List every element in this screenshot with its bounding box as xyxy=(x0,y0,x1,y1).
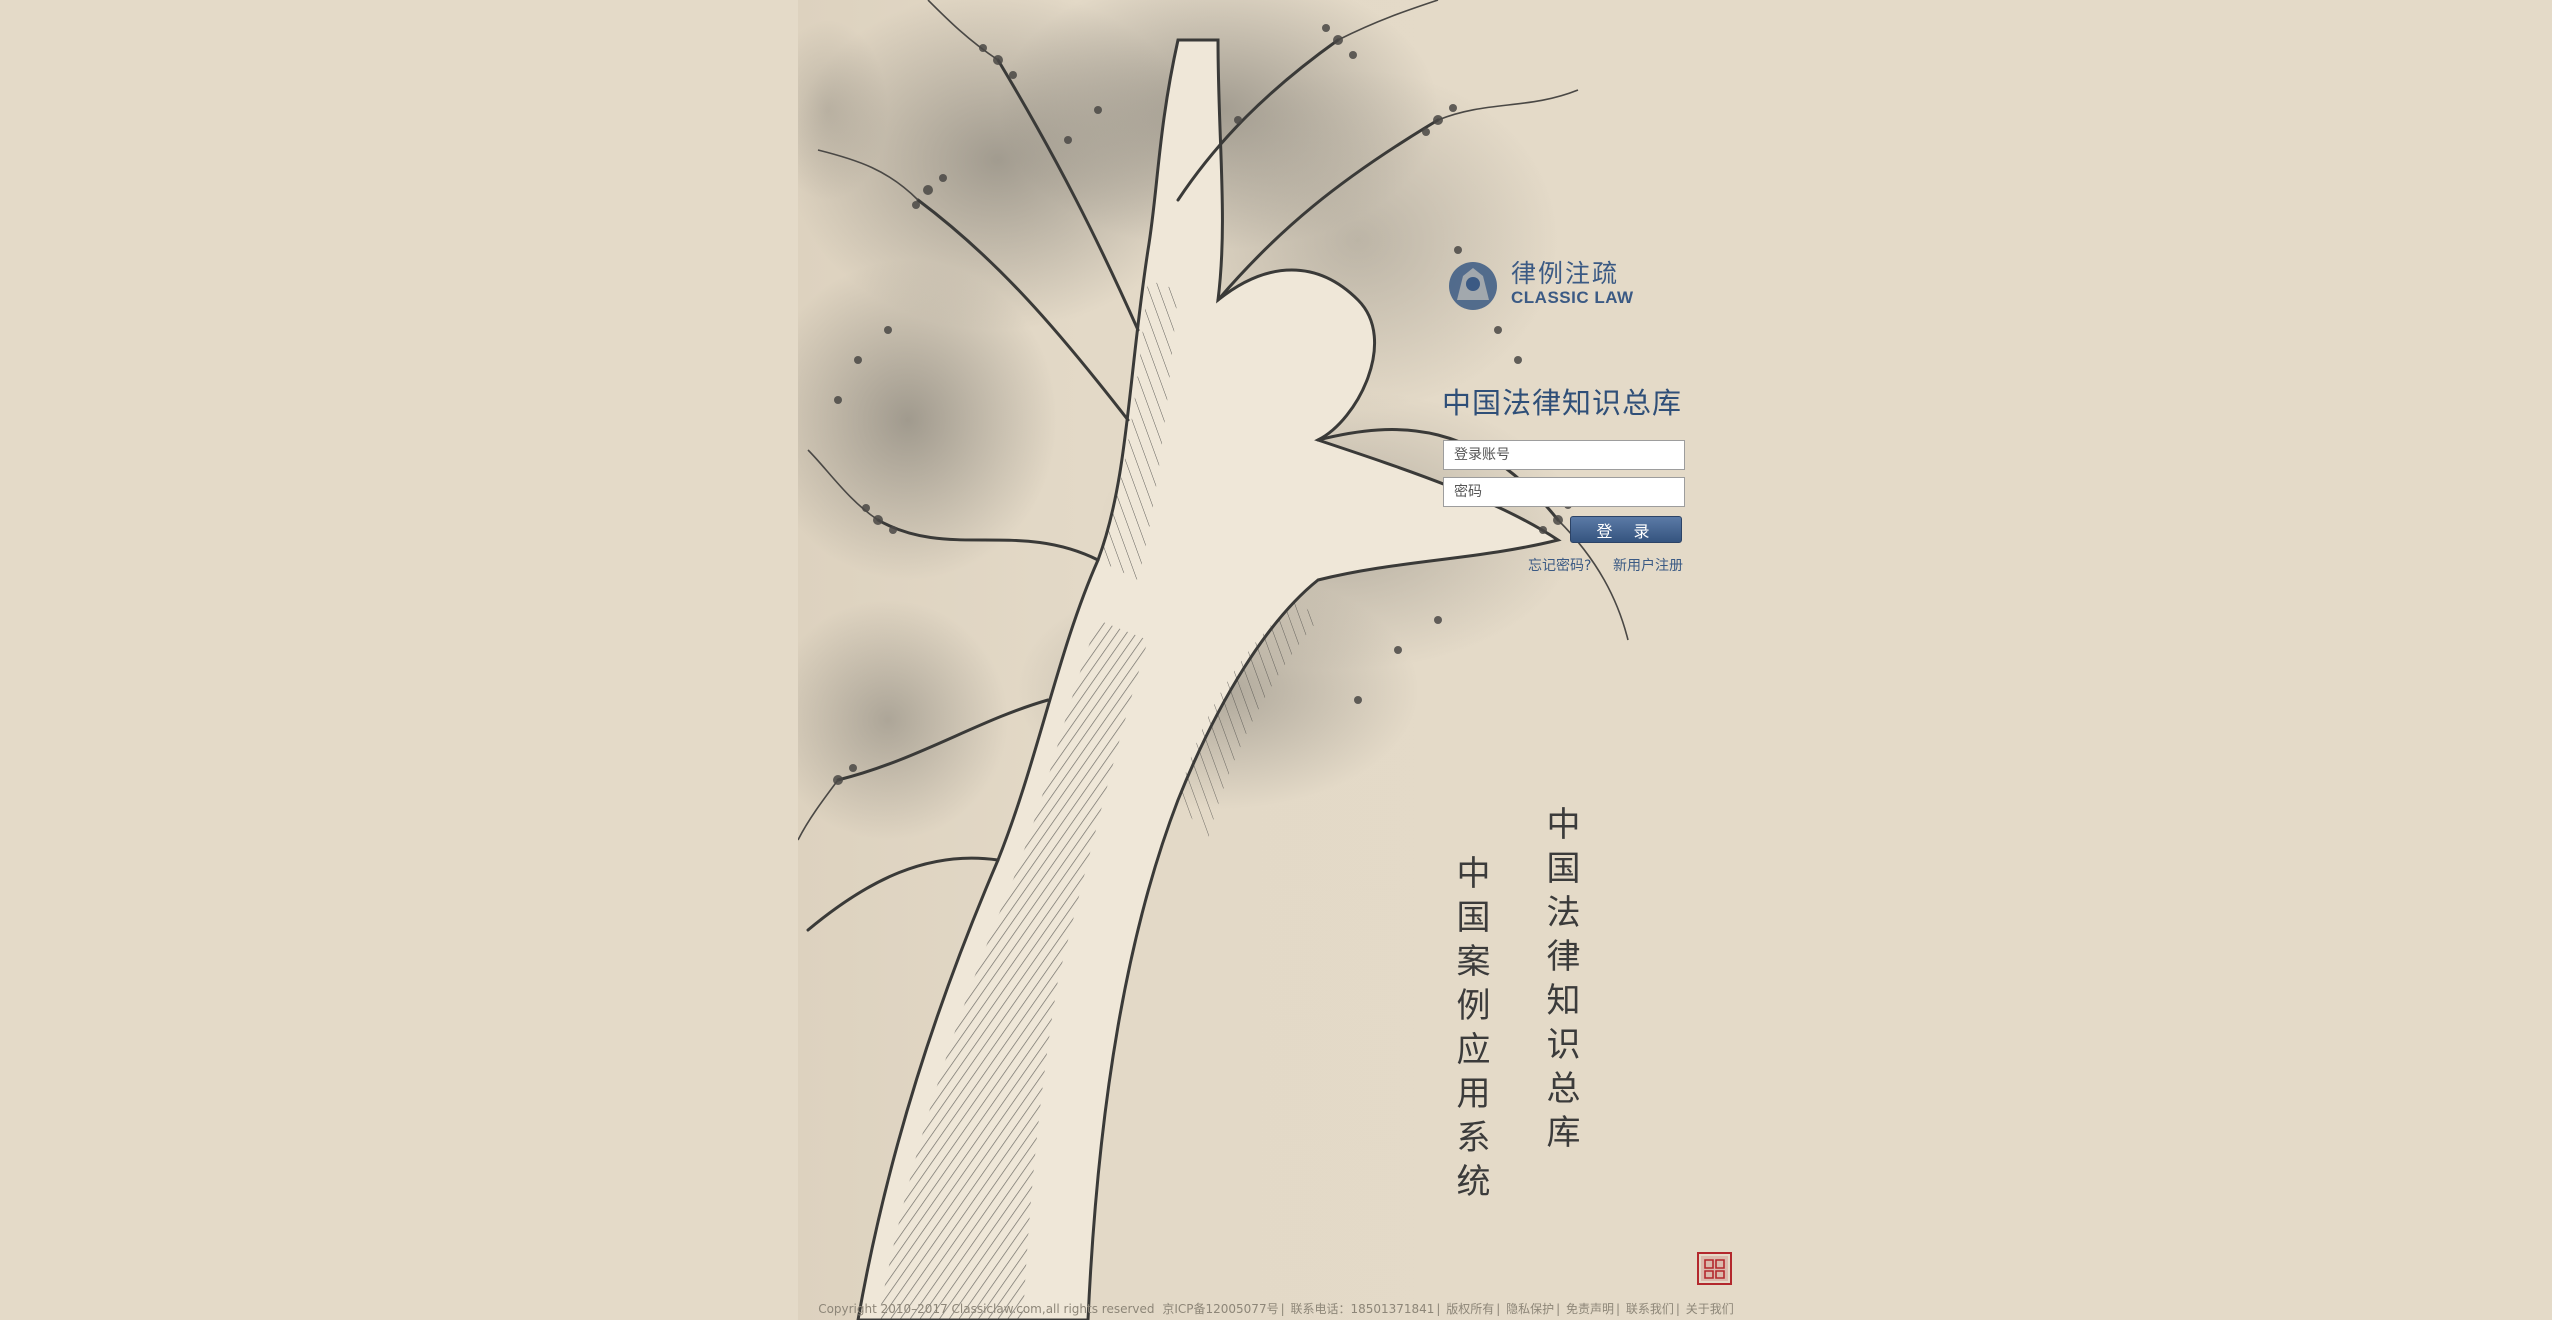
brand-name-cn: 律例注疏 xyxy=(1511,259,1620,288)
brand-name-en: CLASSIC LAW xyxy=(1511,288,1634,307)
footer-icp[interactable]: 京ICP备12005077号 xyxy=(1162,1302,1278,1316)
footer-about-link[interactable]: 关于我们 xyxy=(1686,1302,1734,1316)
footer: Copyright 2010–2017 Classiclaw.com,all r… xyxy=(818,1302,1734,1316)
account-input[interactable] xyxy=(1443,440,1685,470)
slogan-case-system: 中国案例应用系统 xyxy=(1450,855,1490,1207)
slogan-knowledge-base: 中国法律知识总库 xyxy=(1540,806,1580,1158)
forgot-password-link[interactable]: 忘记密码? xyxy=(1528,555,1591,575)
password-input[interactable] xyxy=(1443,477,1685,507)
seal-stamp xyxy=(1697,1252,1732,1285)
footer-privacy-link[interactable]: 隐私保护 xyxy=(1506,1302,1554,1316)
logo-emblem-icon xyxy=(1449,262,1497,310)
footer-phone: 联系电话：18501371841 xyxy=(1290,1302,1435,1316)
footer-disclaimer-link[interactable]: 免责声明 xyxy=(1566,1302,1614,1316)
login-title: 中国法律知识总库 xyxy=(1442,386,1683,420)
register-link[interactable]: 新用户注册 xyxy=(1613,555,1683,575)
footer-copyright: Copyright 2010–2017 Classiclaw.com,all r… xyxy=(818,1302,1155,1316)
footer-rights-link[interactable]: 版权所有 xyxy=(1446,1302,1494,1316)
login-page: 律例注疏 CLASSIC LAW 中国法律知识总库 登 录 忘记密码? 新用户注… xyxy=(0,0,2552,1320)
login-button[interactable]: 登 录 xyxy=(1570,516,1682,543)
brand-logo: 律例注疏 CLASSIC LAW xyxy=(1443,252,1633,318)
footer-contact-link[interactable]: 联系我们 xyxy=(1626,1302,1674,1316)
tree-sketch-illustration xyxy=(798,0,1629,1320)
